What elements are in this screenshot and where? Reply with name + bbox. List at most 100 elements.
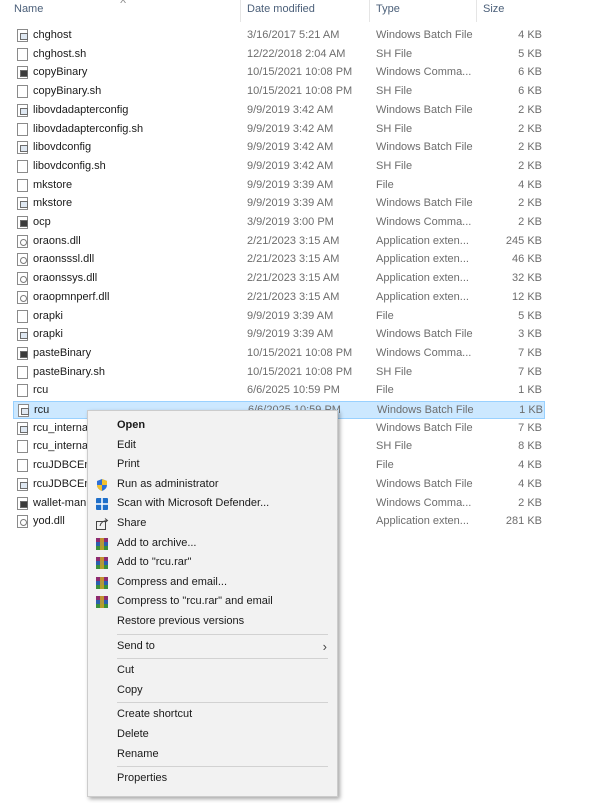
menu-item-delete[interactable]: Delete (88, 725, 337, 745)
file-date: 2/21/2023 3:15 AM (247, 272, 340, 285)
file-row[interactable]: oraonsssl.dll 2/21/2023 3:15 AM Applicatio… (13, 251, 545, 269)
sort-caret-icon: ^ (120, 0, 127, 8)
menu-item-rename[interactable]: Rename (88, 745, 337, 765)
menu-item-label: Share (117, 517, 147, 529)
batch-file-icon (17, 328, 28, 342)
menu-separator (117, 658, 328, 660)
column-header-name[interactable]: Name (14, 3, 43, 15)
menu-item-compress-to-rcu-rar-and-email[interactable]: Compress to "rcu.rar" and email (88, 592, 337, 612)
file-type: SH File (376, 47, 413, 60)
file-type: Windows Batch File (376, 103, 473, 116)
file-type: File (376, 309, 394, 322)
file-type: Windows Batch File (376, 477, 473, 490)
file-date: 6/6/2025 10:59 PM (247, 384, 340, 397)
file-row[interactable]: chghost.sh 12/22/2018 2:04 AM SH File 5 KB (13, 46, 545, 64)
menu-item-cut[interactable]: Cut (88, 661, 337, 681)
menu-item-run-as-administrator[interactable]: Run as administrator (88, 475, 337, 495)
menu-item-label: Rename (117, 747, 159, 760)
file-type: Windows Comma... (376, 496, 472, 509)
file-row[interactable]: libovdconfig 9/9/2019 3:42 AM Windows Batc… (13, 139, 545, 157)
file-type: Application exten... (376, 234, 469, 247)
file-size: 46 KB (512, 253, 542, 266)
file-size: 2 KB (518, 103, 542, 116)
column-header-date[interactable]: Date modified (247, 3, 315, 15)
menu-item-print[interactable]: Print (88, 455, 337, 475)
file-name: orapki (33, 309, 63, 322)
menu-item-share[interactable]: Share (88, 514, 337, 534)
file-row[interactable]: libovdconfig.sh 9/9/2019 3:42 AM SH File 2 … (13, 158, 545, 176)
file-type: Application exten... (376, 253, 469, 266)
file-row[interactable]: mkstore 9/9/2019 3:39 AM File 4 KB (13, 177, 545, 195)
file-date: 2/21/2023 3:15 AM (247, 234, 340, 247)
menu-item-edit[interactable]: Edit (88, 436, 337, 456)
menu-item-label: Restore previous versions (117, 615, 245, 627)
file-row[interactable]: rcu 6/6/2025 10:59 PM File 1 KB (13, 382, 545, 400)
file-row[interactable]: oraopmnperf.dll 2/21/2023 3:15 AM Applicat… (13, 289, 545, 307)
file-date: 9/9/2019 3:39 AM (247, 309, 334, 322)
menu-item-label: Add to archive... (117, 536, 197, 549)
file-row[interactable]: libovdadapterconfig 9/9/2019 3:42 AM Windo… (13, 102, 545, 120)
dll-file-icon (17, 515, 28, 529)
column-header-size[interactable]: Size (483, 3, 504, 15)
command-file-icon (17, 346, 28, 360)
menu-item-copy[interactable]: Copy (88, 681, 337, 701)
file-row[interactable]: orapki 9/9/2019 3:39 AM File 5 KB (13, 308, 545, 326)
file-icon (17, 459, 28, 473)
file-name: chghost (33, 29, 72, 41)
winrar-icon (95, 595, 109, 609)
file-type: SH File (376, 85, 413, 98)
menu-item-label: Cut (117, 664, 135, 677)
file-row[interactable]: pasteBinary 10/15/2021 10:08 PM Windows Co… (13, 345, 545, 363)
file-row[interactable]: mkstore 9/9/2019 3:39 AM Windows Batch Fil… (13, 195, 545, 213)
file-type: Windows Batch File (377, 404, 474, 416)
file-row[interactable]: chghost 3/16/2017 5:21 AM Windows Batch Fi… (13, 27, 545, 45)
menu-item-label: Edit (117, 438, 136, 451)
column-header-type[interactable]: Type (376, 3, 400, 15)
file-date: 9/9/2019 3:42 AM (247, 159, 334, 172)
command-file-icon (17, 216, 28, 229)
batch-file-icon (17, 103, 28, 117)
file-row[interactable]: pasteBinary.sh 10/15/2021 10:08 PM SH File… (13, 364, 545, 382)
file-row[interactable]: oraons.dll 2/21/2023 3:15 AM Application e… (13, 233, 545, 251)
file-date: 2/21/2023 3:15 AM (247, 253, 340, 266)
file-date: 10/15/2021 10:08 PM (247, 85, 353, 98)
menu-item-create-shortcut[interactable]: Create shortcut (88, 705, 337, 725)
batch-file-icon (17, 477, 28, 491)
menu-item-label: Properties (117, 772, 168, 785)
file-size: 2 KB (518, 496, 542, 509)
file-row[interactable]: copyBinary.sh 10/15/2021 10:08 PM SH File 6… (13, 83, 545, 101)
column-divider[interactable] (240, 0, 241, 22)
menu-item-restore-previous-versions[interactable]: Restore previous versions (88, 612, 337, 632)
context-menu: Open Edit Print Run as administrator Scan wi… (87, 410, 338, 797)
menu-item-add-to-rcu-rar[interactable]: Add to "rcu.rar" (88, 553, 337, 573)
menu-item-open[interactable]: Open (88, 416, 337, 436)
file-type: Windows Batch File (376, 421, 473, 434)
batch-file-icon (17, 197, 28, 211)
file-row[interactable]: ocp 3/9/2019 3:00 PM Windows Comma... 2 KB (13, 214, 545, 232)
command-file-icon (17, 66, 28, 80)
file-type: Application exten... (376, 290, 469, 303)
file-row[interactable]: libovdadapterconfig.sh 9/9/2019 3:42 AM SH… (13, 121, 545, 139)
menu-item-compress-and-email[interactable]: Compress and email... (88, 573, 337, 593)
menu-item-label: Compress and email... (117, 575, 228, 588)
file-row[interactable]: copyBinary 10/15/2021 10:08 PM Windows Com… (13, 64, 545, 82)
file-size: 4 KB (518, 178, 542, 191)
dll-file-icon (17, 272, 28, 286)
column-divider[interactable] (369, 0, 370, 22)
winrar-icon (95, 576, 109, 590)
menu-item-send-to[interactable]: Send to › (88, 637, 337, 657)
file-row[interactable]: orapki 9/9/2019 3:39 AM Windows Batch File… (13, 326, 545, 344)
file-date: 10/15/2021 10:08 PM (247, 365, 353, 378)
file-type: SH File (376, 440, 413, 453)
file-type: SH File (376, 122, 413, 135)
column-divider[interactable] (476, 0, 477, 22)
file-row[interactable]: oraonssys.dll 2/21/2023 3:15 AM Applicatio… (13, 270, 545, 288)
file-size: 5 KB (518, 309, 542, 322)
menu-item-scan-with-microsoft-defender[interactable]: Scan with Microsoft Defender... (88, 494, 337, 514)
file-date: 9/9/2019 3:39 AM (247, 178, 334, 191)
menu-item-add-to-archive[interactable]: Add to archive... (88, 534, 337, 554)
file-name: mkstore (33, 178, 73, 191)
file-type: Windows Batch File (376, 197, 473, 210)
file-name: orapki (33, 328, 63, 341)
menu-item-properties[interactable]: Properties (88, 769, 337, 789)
